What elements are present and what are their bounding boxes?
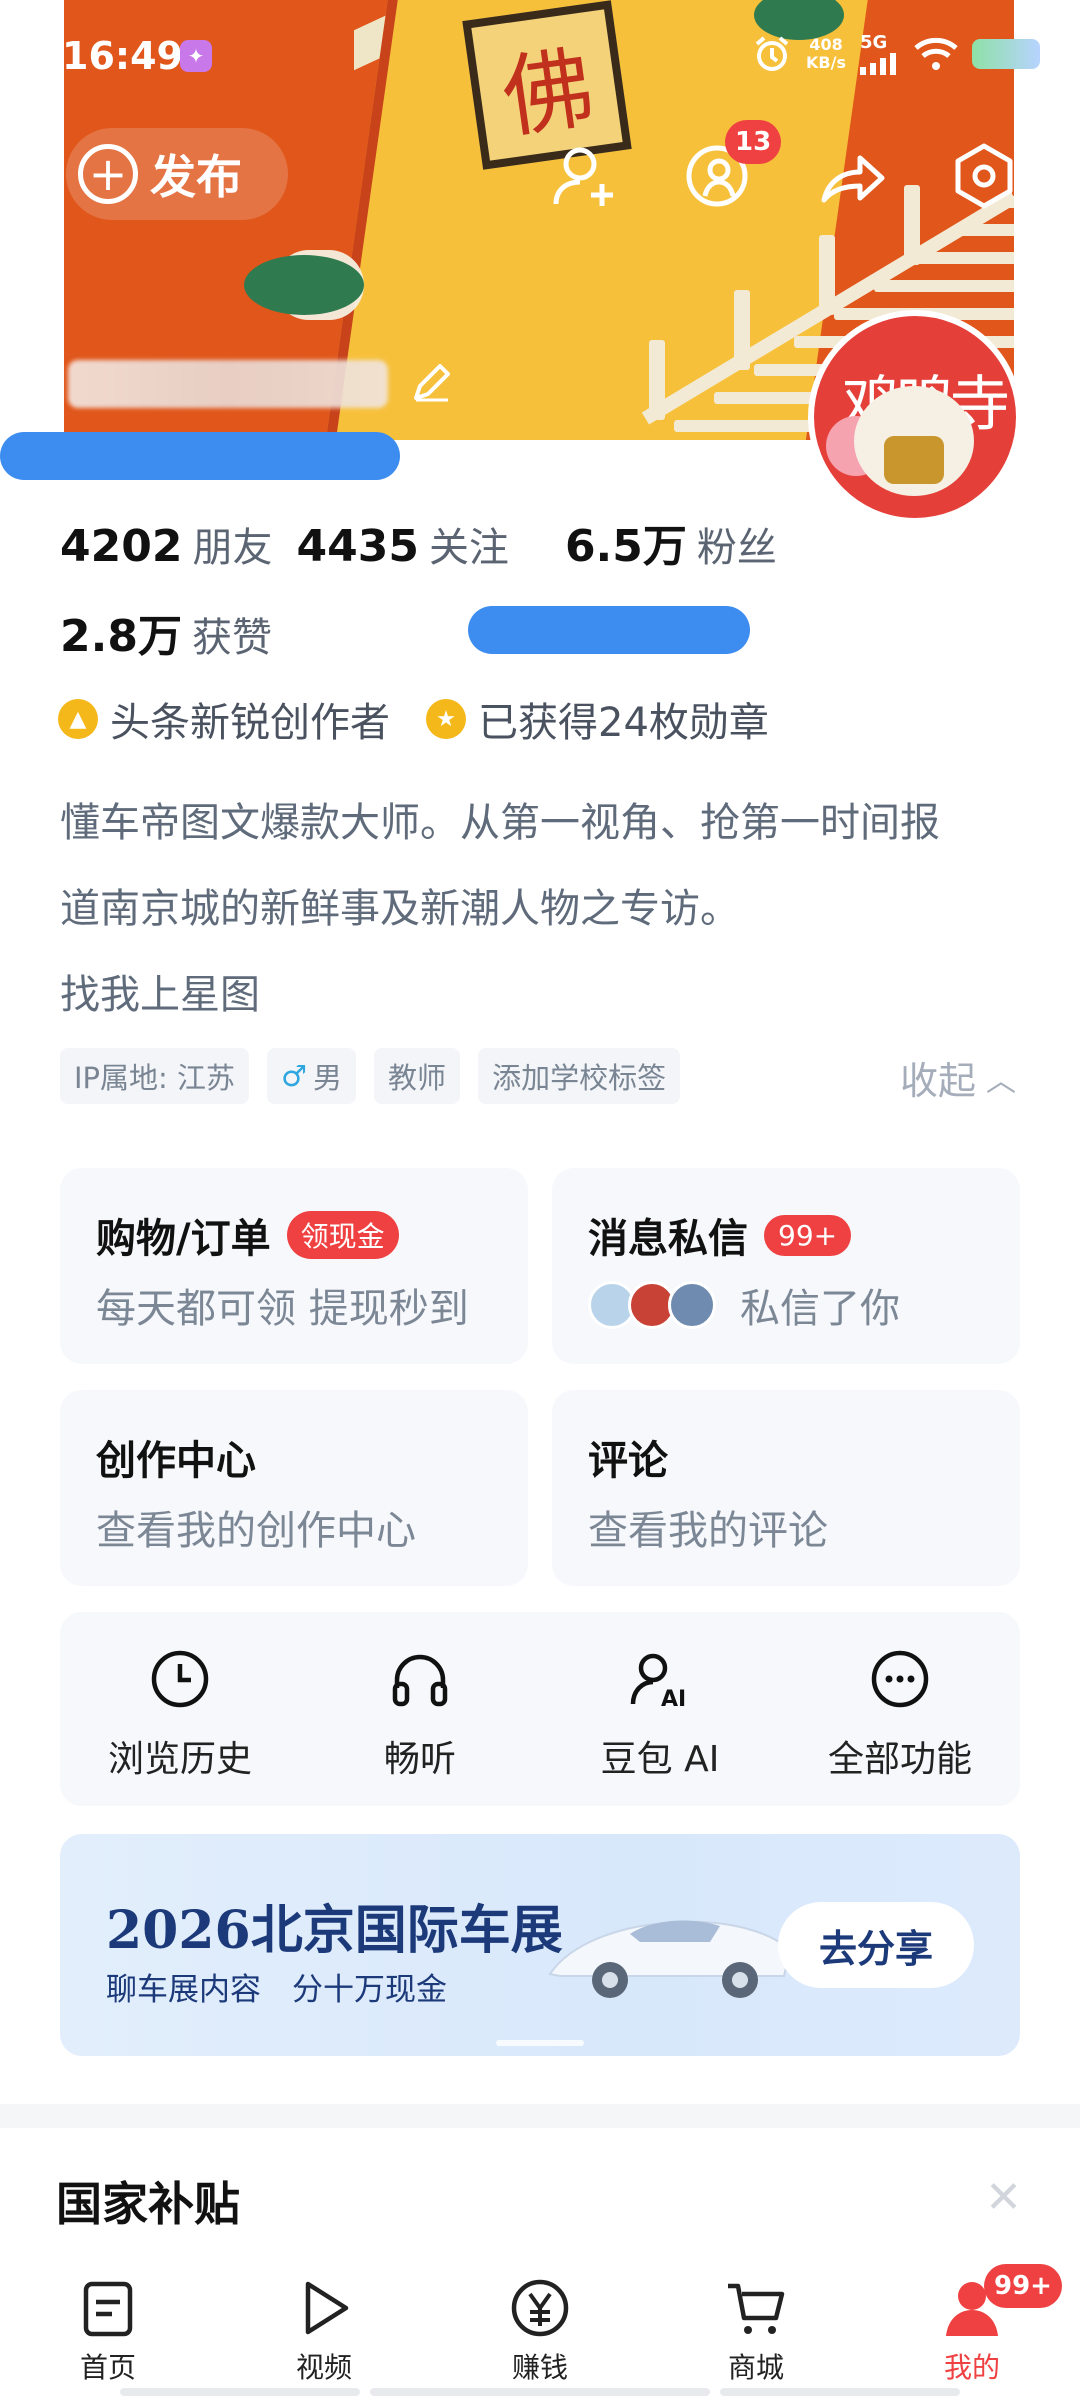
clock-icon bbox=[151, 1650, 209, 1708]
function-row: 浏览历史 畅听 AI 豆包 AI 全部功能 bbox=[60, 1612, 1020, 1806]
stat-friends[interactable]: 4202 朋友 bbox=[60, 515, 296, 573]
home-indicator bbox=[370, 2388, 710, 2396]
svg-text:AI: AI bbox=[661, 1687, 686, 1710]
publish-button[interactable]: + 发布 bbox=[66, 128, 288, 220]
mine-badge: 99+ bbox=[984, 2264, 1062, 2308]
profession-tag: 教师 bbox=[374, 1048, 461, 1104]
badges-row[interactable]: ▲ 头条新锐创作者 ★ 已获得24枚勋章 bbox=[58, 690, 769, 748]
home-doc-icon bbox=[83, 2281, 133, 2337]
add-friend-icon[interactable] bbox=[550, 140, 622, 212]
add-school-tag[interactable]: 添加学校标签 bbox=[478, 1048, 681, 1104]
play-icon bbox=[305, 2281, 349, 2335]
redaction-mark bbox=[468, 606, 750, 654]
star-medal-icon: ★ bbox=[426, 699, 466, 739]
nav-earn[interactable]: 赚钱 bbox=[432, 2262, 648, 2400]
doubao-ai-button[interactable]: AI 豆包 AI bbox=[540, 1612, 780, 1806]
stats-row-likes: 2.8万 获赞 bbox=[60, 600, 296, 664]
yuan-icon bbox=[511, 2279, 569, 2337]
cart-icon bbox=[728, 2283, 785, 2334]
section-divider bbox=[0, 2104, 1080, 2128]
home-indicator bbox=[720, 2388, 960, 2396]
nav-home[interactable]: 首页 bbox=[0, 2262, 216, 2400]
stats-row: 4202 朋友 4435 关注 6.5万 粉丝 bbox=[60, 510, 801, 574]
car-illustration bbox=[548, 1920, 792, 1998]
avatar bbox=[668, 1281, 716, 1329]
wifi-icon bbox=[914, 37, 958, 70]
nav-mall[interactable]: 商城 bbox=[648, 2262, 864, 2400]
auto-show-promo-banner[interactable]: 2026北京国际车展 聊车展内容 分十万现金 去分享 bbox=[60, 1834, 1020, 2056]
app-notification-icon: ✦ bbox=[180, 40, 212, 72]
creation-center-card[interactable]: 创作中心 查看我的创作中心 bbox=[60, 1390, 528, 1586]
male-icon: ♂ bbox=[281, 1059, 308, 1093]
status-time: 16:49 bbox=[62, 34, 183, 78]
ai-person-icon: AI bbox=[630, 1653, 686, 1710]
banner-tree bbox=[244, 255, 364, 315]
all-functions-button[interactable]: 全部功能 bbox=[780, 1612, 1020, 1806]
plus-icon: + bbox=[78, 144, 138, 204]
comments-card[interactable]: 评论 查看我的评论 bbox=[552, 1390, 1020, 1586]
status-bar-right: 408 KB/s 5G bbox=[752, 32, 1040, 75]
chevron-up-icon: ︿ bbox=[986, 1063, 1016, 1099]
stat-likes[interactable]: 2.8万 获赞 bbox=[60, 600, 296, 664]
notification-badge: 13 bbox=[725, 120, 782, 164]
nav-mine[interactable]: 我的 99+ bbox=[864, 2262, 1080, 2400]
shopping-orders-card[interactable]: 购物/订单 领现金 每天都可领 提现秒到 bbox=[60, 1168, 528, 1364]
network-speed: 408 KB/s bbox=[806, 34, 846, 72]
carousel-indicator bbox=[496, 2040, 584, 2046]
gender-tag: ♂ 男 bbox=[267, 1048, 357, 1104]
creator-medal-icon: ▲ bbox=[58, 699, 98, 739]
battery-icon bbox=[972, 38, 1040, 69]
username-redacted bbox=[68, 360, 388, 408]
share-icon[interactable] bbox=[816, 140, 888, 212]
nav-video[interactable]: 视频 bbox=[216, 2262, 432, 2400]
share-now-button[interactable]: 去分享 bbox=[778, 1902, 974, 1988]
section-title: 国家补贴 bbox=[56, 2177, 240, 2231]
headphones-icon bbox=[392, 1654, 448, 1707]
listen-button[interactable]: 畅听 bbox=[300, 1612, 540, 1806]
stat-followers[interactable]: 6.5万 粉丝 bbox=[565, 510, 801, 574]
more-icon bbox=[871, 1650, 929, 1708]
ip-location-tag: IP属地: 江苏 bbox=[60, 1048, 250, 1104]
cash-pill: 领现金 bbox=[286, 1211, 399, 1259]
visitors-button[interactable]: 13 bbox=[683, 120, 782, 212]
alarm-icon bbox=[755, 35, 789, 71]
messages-card[interactable]: 消息私信 99+ 私信了你 bbox=[552, 1168, 1020, 1364]
edit-icon[interactable] bbox=[410, 360, 454, 404]
history-button[interactable]: 浏览历史 bbox=[60, 1612, 300, 1806]
profile-bio: 懂车帝图文爆款大师。从第一视角、抢第一时间报 道南京城的新鲜事及新潮人物之专访。… bbox=[60, 800, 940, 1018]
profile-page: 佛 16:49 ✦ 408 KB/s 5G + 发布 13 4202 朋友 44… bbox=[0, 0, 1080, 2400]
avatar[interactable]: 鸡鸣寺 bbox=[808, 310, 1022, 524]
close-icon[interactable]: ✕ bbox=[985, 2172, 1022, 2223]
stat-following[interactable]: 4435 关注 bbox=[296, 515, 564, 573]
unread-badge: 99+ bbox=[764, 1214, 852, 1256]
redaction-mark bbox=[0, 432, 400, 480]
signal-icon bbox=[860, 53, 896, 75]
profile-tags: IP属地: 江苏 ♂ 男 教师 添加学校标签 bbox=[60, 1048, 681, 1104]
bottom-navigation: 首页 视频 赚钱 商城 我的 99+ bbox=[0, 2262, 1080, 2400]
settings-icon[interactable] bbox=[948, 140, 1020, 212]
home-indicator bbox=[120, 2388, 360, 2396]
signal-indicator: 5G bbox=[860, 32, 900, 75]
collapse-button[interactable]: 收起 ︿ bbox=[900, 1050, 1016, 1105]
